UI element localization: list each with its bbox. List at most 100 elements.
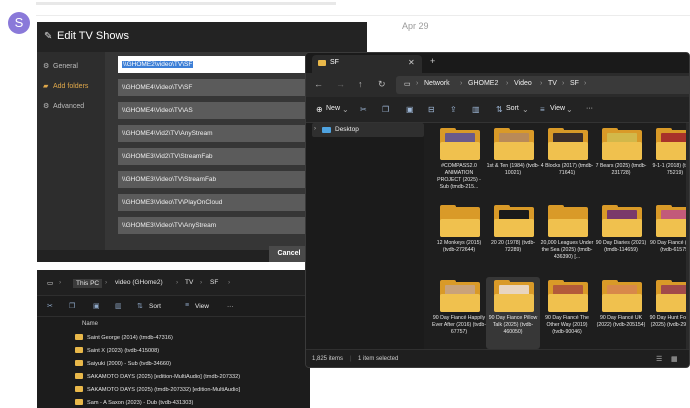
view-icon: ≡ bbox=[540, 105, 545, 114]
folder-item-label: 1st & Ten (1984) (tvdb-10021) bbox=[486, 163, 540, 176]
delete-icon[interactable]: ▥ bbox=[115, 302, 122, 310]
list-item[interactable]: Saiyuki (2000) - Sub (tvdb-34660) bbox=[75, 358, 171, 370]
chevron-right-icon: › bbox=[105, 279, 108, 286]
more-options-button[interactable]: ··· bbox=[586, 105, 593, 112]
column-header-name[interactable]: Name bbox=[82, 321, 98, 327]
sidebar-item-advanced[interactable]: ⚙ Advanced bbox=[43, 102, 84, 110]
post-date[interactable]: Apr 29 bbox=[402, 21, 429, 31]
list-item[interactable]: Saint X (2023) (tvdb-415008) bbox=[75, 345, 159, 357]
list-item[interactable]: SAKAMOTO DAYS (2025) [edition-MultiAudio… bbox=[75, 371, 240, 383]
share-icon[interactable]: ⇪ bbox=[450, 105, 457, 114]
folder-item-label: 90 Day Fiance Pillow Talk (2025) (tvdb-4… bbox=[488, 315, 538, 335]
explorer-list-window: ▭ › This PC › video (GHome2) › TV › SF ›… bbox=[37, 270, 310, 408]
folder-item-label: 20,000 Leagues Under the Sea (2025) (tmd… bbox=[540, 240, 594, 260]
breadcrumb-ghome2[interactable]: GHOME2 bbox=[468, 80, 498, 87]
up-arrow-icon[interactable]: ↑ bbox=[358, 79, 363, 89]
folder-icon bbox=[548, 128, 588, 160]
breadcrumb-network[interactable]: Network bbox=[424, 80, 450, 87]
chevron-down-icon: ⌄ bbox=[342, 105, 349, 114]
folder-item[interactable]: 90 Day Hunt For Love (2025) (tvdb-290564… bbox=[648, 277, 689, 349]
folder-item[interactable]: 20 20 (1978) (tvdb-72289) bbox=[486, 202, 540, 274]
avatar[interactable]: S bbox=[8, 12, 30, 34]
list-item[interactable]: Saint George (2014) (tmdb-47316) bbox=[75, 332, 173, 344]
breadcrumb-drive[interactable]: video (GHome2) bbox=[115, 279, 163, 286]
copy-icon[interactable]: ❐ bbox=[69, 302, 75, 310]
breadcrumb-sf[interactable]: SF bbox=[570, 80, 579, 87]
folder-item-label: 20 20 (1978) (tvdb-72289) bbox=[490, 240, 536, 253]
folder-item[interactable]: #COMPASS2.0 ANIMATION PROJECT (2025) - S… bbox=[432, 125, 486, 197]
cancel-button[interactable]: Cancel bbox=[269, 246, 309, 262]
cut-icon[interactable]: ✂ bbox=[47, 302, 53, 310]
folder-front bbox=[602, 219, 642, 237]
breadcrumb-tv[interactable]: TV bbox=[185, 279, 193, 286]
folder-item[interactable]: 90 Day Fiancé (2014) (tvdb-61575) bbox=[648, 202, 689, 274]
list-item-label: SAKAMOTO DAYS (2025) [edition-MultiAudio… bbox=[87, 374, 241, 380]
view-button[interactable]: View bbox=[550, 105, 565, 112]
list-item[interactable]: Sam - A Saxon (2023) - Dub (tvdb-431303) bbox=[75, 397, 193, 408]
folder-front bbox=[548, 142, 588, 160]
folder-item[interactable]: 7 Bears (2025) (tmdb-231728) bbox=[594, 125, 648, 197]
monitor-icon: ▭ bbox=[47, 280, 54, 287]
paste-icon[interactable]: ▣ bbox=[93, 302, 100, 310]
breadcrumb-video[interactable]: Video bbox=[514, 80, 532, 87]
copy-icon[interactable]: ❐ bbox=[382, 105, 389, 114]
address-bar[interactable]: ▭ › This PC › video (GHome2) › TV › SF › bbox=[37, 270, 310, 296]
folder-item-label: 90 Day Diaries (2021) (tmdb-114659) bbox=[595, 240, 647, 253]
new-button[interactable]: New bbox=[326, 105, 340, 112]
folder-item-label: 9-1-1 (2018) (tmdb-75219) bbox=[652, 163, 690, 176]
more-options-button[interactable]: ··· bbox=[227, 303, 234, 310]
folder-front bbox=[656, 219, 689, 237]
breadcrumb-this-pc[interactable]: This PC bbox=[73, 279, 103, 288]
chevron-right-icon: › bbox=[200, 279, 203, 286]
folder-icon bbox=[548, 280, 588, 312]
cut-icon[interactable]: ✂ bbox=[360, 105, 367, 114]
view-button[interactable]: View bbox=[195, 303, 209, 310]
details-view-icon[interactable]: ☰ bbox=[656, 355, 662, 363]
scrollbar[interactable] bbox=[686, 123, 689, 349]
chevron-right-icon[interactable]: › bbox=[314, 126, 316, 132]
sidebar-item-add-folders[interactable]: ▰ Add folders bbox=[43, 82, 88, 90]
folder-item[interactable]: 90 Day Fiancé UK (2022) (tvdb-205154) bbox=[594, 277, 648, 349]
folder-item[interactable]: 90 Day Fiancé Happily Ever After (2016) … bbox=[432, 277, 486, 349]
sort-icon: ⇅ bbox=[137, 303, 143, 310]
folder-front bbox=[602, 142, 642, 160]
explorer-window: SF ✕ + ← → ↑ ↻ ▭ › Network › GHOME2 › Vi… bbox=[305, 52, 690, 368]
sort-button[interactable]: Sort bbox=[149, 303, 161, 310]
folder-front bbox=[494, 294, 534, 312]
paste-icon[interactable]: ▣ bbox=[406, 105, 414, 114]
folder-item[interactable]: 90 Day Diaries (2021) (tmdb-114659) bbox=[594, 202, 648, 274]
refresh-icon[interactable]: ↻ bbox=[378, 79, 386, 90]
delete-icon[interactable]: ▥ bbox=[472, 105, 480, 114]
folder-item[interactable]: 90 Day Fiancé The Other Way (2019) (tvdb… bbox=[540, 277, 594, 349]
folder-item[interactable]: 12 Monkeys (2015) (tvdb-272644) bbox=[432, 202, 486, 274]
back-arrow-icon[interactable]: ← bbox=[314, 79, 323, 89]
tab-sf[interactable]: SF ✕ bbox=[312, 55, 422, 73]
view-icon: ≡ bbox=[185, 302, 190, 309]
folder-item[interactable]: 4 Blocks (2017) (tmdb-71641) bbox=[540, 125, 594, 197]
list-item[interactable]: SAKAMOTO DAYS (2025) (tmdb-207332) [edit… bbox=[75, 384, 240, 396]
folder-item[interactable]: 20,000 Leagues Under the Sea (2025) (tmd… bbox=[540, 202, 594, 274]
sidebar-item-general[interactable]: ⚙ General bbox=[43, 62, 78, 70]
folder-item[interactable]: 90 Day Fiance Pillow Talk (2025) (tvdb-4… bbox=[486, 277, 540, 349]
sort-icon: ⇅ bbox=[496, 105, 503, 114]
folder-icon bbox=[75, 347, 83, 353]
sort-button[interactable]: Sort bbox=[506, 105, 519, 112]
folder-item[interactable]: 9-1-1 (2018) (tmdb-75219) bbox=[648, 125, 690, 197]
address-bar[interactable]: ▭ › Network › GHOME2 › Video › TV › SF › bbox=[396, 76, 689, 94]
folder-icon bbox=[602, 280, 642, 312]
breadcrumb-sf[interactable]: SF bbox=[210, 279, 218, 286]
forward-arrow-icon[interactable]: → bbox=[336, 79, 345, 89]
folder-item[interactable]: 1st & Ten (1984) (tvdb-10021) bbox=[486, 125, 540, 197]
close-icon[interactable]: ✕ bbox=[408, 58, 415, 67]
nav-item-desktop[interactable]: › Desktop bbox=[312, 123, 424, 137]
desktop-icon bbox=[322, 127, 331, 133]
tiles-view-icon[interactable]: ▦ bbox=[671, 355, 678, 363]
folder-item-label: #COMPASS2.0 ANIMATION PROJECT (2025) - S… bbox=[437, 163, 481, 190]
folder-front bbox=[440, 219, 480, 237]
folder-icon bbox=[602, 128, 642, 160]
folder-item-label: 90 Day Fiancé The Other Way (2019) (tvdb… bbox=[545, 315, 589, 335]
rename-icon[interactable]: ⊟ bbox=[428, 105, 435, 114]
breadcrumb-tv[interactable]: TV bbox=[548, 80, 557, 87]
new-tab-button[interactable]: + bbox=[430, 56, 435, 66]
dialog-title: Edit TV Shows bbox=[57, 30, 129, 42]
